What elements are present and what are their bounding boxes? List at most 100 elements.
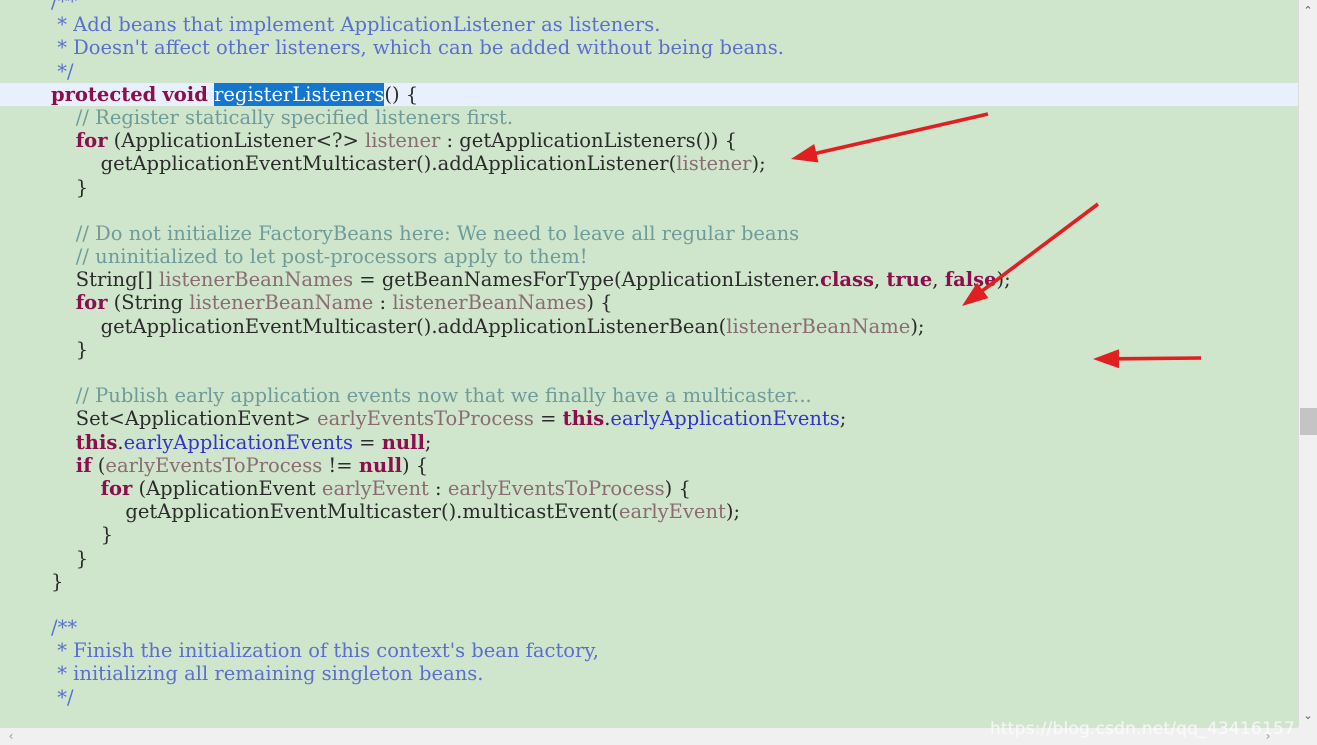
code-token: earlyEventsToProcess [105, 453, 323, 477]
vertical-scrollbar[interactable]: ⌃ ⌄ [1298, 0, 1317, 727]
code-token: if [75, 453, 92, 477]
code-token: * initializing all remaining singleton b… [51, 662, 484, 686]
code-line[interactable]: if (earlyEventsToProcess != null) { [0, 454, 1298, 477]
code-token: // Publish early application events now … [75, 384, 812, 408]
code-line[interactable]: } [0, 176, 1298, 199]
code-line[interactable] [0, 199, 1298, 222]
code-line[interactable]: // Do not initialize FactoryBeans here: … [0, 222, 1298, 245]
code-line[interactable]: * Finish the initialization of this cont… [0, 639, 1298, 662]
code-line[interactable]: // Publish early application events now … [0, 384, 1298, 407]
code-line[interactable] [0, 593, 1298, 616]
code-line-content: String[] listenerBeanNames = getBeanName… [51, 268, 1011, 291]
code-line[interactable]: // uninitialized to let post-processors … [0, 245, 1298, 268]
code-line[interactable]: String[] listenerBeanNames = getBeanName… [0, 268, 1298, 291]
code-line-content: } [51, 176, 88, 199]
code-token: } [75, 337, 89, 361]
code-line-content: getApplicationEventMulticaster().addAppl… [51, 315, 925, 338]
code-line-content: } [51, 523, 113, 546]
code-token: earlyEventsToProcess [317, 407, 534, 431]
code-line[interactable]: } [0, 338, 1298, 361]
code-token: earlyEventsToProcess [447, 476, 665, 500]
code-line[interactable]: // Register statically specified listene… [0, 106, 1298, 129]
code-token: , [874, 268, 887, 292]
code-token: listener [365, 129, 441, 153]
code-token: , [932, 268, 945, 292]
code-token: class [820, 268, 874, 292]
code-token: protected [51, 82, 157, 106]
code-token: ( [91, 453, 106, 477]
code-token: for [75, 291, 108, 315]
code-line-current[interactable]: protected void registerListeners() { [0, 82, 1298, 106]
code-line[interactable]: * Doesn't affect other listeners, which … [0, 36, 1298, 59]
code-line-content: } [51, 570, 63, 593]
code-line-content: /** [51, 0, 77, 13]
code-line[interactable]: for (String listenerBeanName : listenerB… [0, 291, 1298, 314]
code-line-content: // Do not initialize FactoryBeans here: … [51, 222, 799, 245]
code-line[interactable]: /** [0, 0, 1298, 13]
code-line-content: getApplicationEventMulticaster().multica… [51, 500, 740, 523]
code-token: getApplicationEventMulticaster().addAppl… [100, 152, 677, 176]
code-token: (String [107, 291, 190, 315]
code-token: String[] [75, 268, 160, 292]
code-token: */ [51, 685, 74, 709]
code-line[interactable]: for (ApplicationEvent earlyEvent : early… [0, 477, 1298, 500]
code-line[interactable]: */ [0, 686, 1298, 709]
code-line[interactable]: for (ApplicationListener<?> listener : g… [0, 129, 1298, 152]
code-line[interactable]: getApplicationEventMulticaster().addAppl… [0, 152, 1298, 175]
code-token: for [100, 476, 133, 500]
code-line[interactable] [0, 361, 1298, 384]
scroll-left-icon[interactable]: ‹ [2, 728, 20, 745]
code-line[interactable]: } [0, 523, 1298, 546]
code-token: getApplicationEventMulticaster().addAppl… [100, 314, 727, 338]
code-line[interactable]: * initializing all remaining singleton b… [0, 662, 1298, 685]
code-token: false [944, 268, 997, 292]
code-token: (ApplicationEvent [132, 476, 322, 500]
code-token: /** [51, 616, 78, 640]
code-line-content: // Register statically specified listene… [51, 106, 513, 129]
code-line[interactable]: * Add beans that implement ApplicationLi… [0, 13, 1298, 36]
code-line[interactable]: this.earlyApplicationEvents = null; [0, 431, 1298, 454]
scroll-down-icon[interactable]: ⌄ [1299, 707, 1317, 725]
code-line[interactable]: getApplicationEventMulticaster().multica… [0, 500, 1298, 523]
code-token: = getBeanNamesForType(ApplicationListene… [353, 268, 821, 292]
code-line-content: /** [51, 616, 77, 639]
code-token: this [75, 430, 118, 454]
code-token: } [51, 569, 64, 593]
code-token: } [100, 523, 114, 547]
code-line[interactable]: } [0, 547, 1298, 570]
code-token: } [75, 546, 89, 570]
code-line-content: } [51, 547, 88, 570]
code-line[interactable]: */ [0, 60, 1298, 83]
code-editor-surface[interactable]: /** * Add beans that implement Applicati… [0, 0, 1298, 727]
vertical-scrollbar-thumb[interactable] [1300, 408, 1317, 435]
code-line[interactable]: /** [0, 616, 1298, 639]
code-line[interactable]: Set<ApplicationEvent> earlyEventsToProce… [0, 407, 1298, 430]
code-token: ) { [401, 453, 429, 477]
code-token: listenerBeanName [189, 291, 374, 315]
code-line[interactable]: getApplicationEventMulticaster().addAppl… [0, 315, 1298, 338]
scroll-up-icon[interactable]: ⌃ [1299, 2, 1317, 20]
code-token: ) { [586, 291, 613, 315]
code-token: earlyApplicationEvents [610, 407, 840, 431]
code-line[interactable]: } [0, 570, 1298, 593]
code-token: true [886, 268, 933, 292]
code-token: ); [725, 500, 741, 524]
code-token: null [381, 430, 425, 454]
code-line-content: // Publish early application events now … [51, 384, 812, 407]
code-line-content: Set<ApplicationEvent> earlyEventsToProce… [51, 407, 847, 431]
scrollbar-corner [1298, 727, 1317, 745]
code-token: (ApplicationListener<?> [107, 129, 366, 153]
code-line-content: protected void registerListeners() { [0, 82, 418, 106]
code-token: * Doesn't affect other listeners, which … [51, 36, 784, 60]
